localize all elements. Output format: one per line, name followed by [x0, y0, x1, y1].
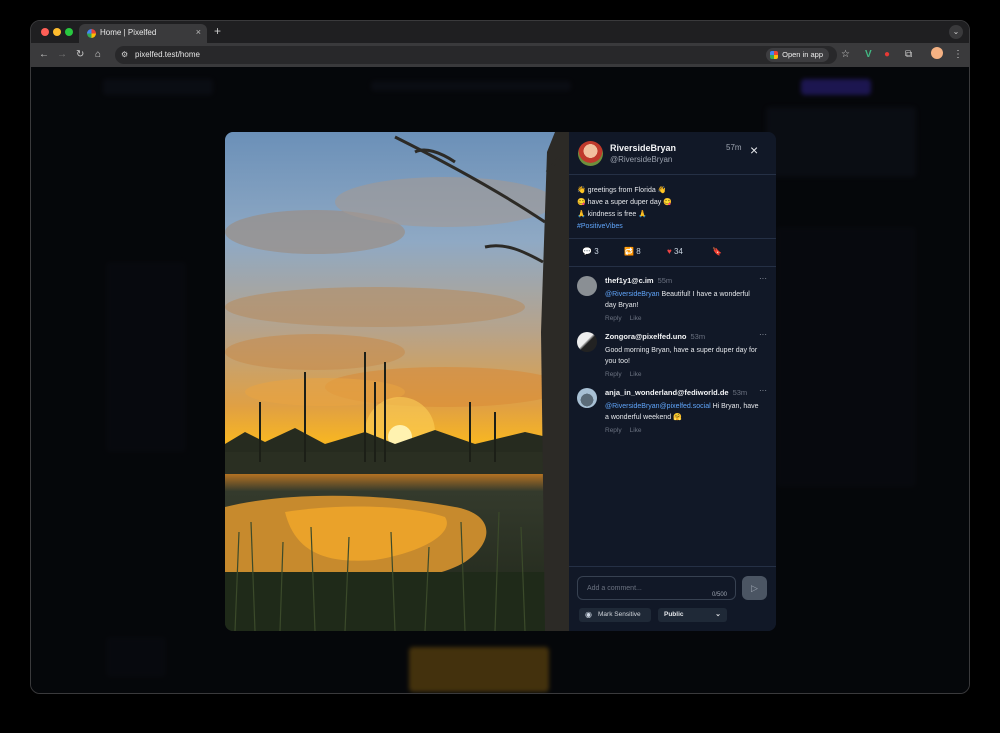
comment-composer: Add a comment... 0/500 ▷ ◉ Mark Sensitiv…	[569, 566, 776, 631]
comment-item: anja_in_wonderland@fediworld.de 53m ··· @…	[577, 386, 767, 438]
caption-line: 👋 greetings from Florida 👋	[577, 187, 667, 194]
comment-time: 53m	[690, 332, 706, 341]
comment-author[interactable]: anja_in_wonderland@fediworld.de 53m	[605, 388, 747, 397]
comment-placeholder: Add a comment...	[587, 585, 642, 592]
extension-icon[interactable]: ●	[884, 48, 890, 62]
post-modal: RiversideBryan @RiversideBryan 57m × 👋 g…	[225, 132, 776, 631]
post-actions-bar: 💬 3 🔁 8 ♥ 34 🔖	[569, 238, 776, 267]
address-bar[interactable]: ⚙ pixelfed.test/home Open in app	[115, 46, 837, 64]
tab-close-icon[interactable]: ×	[196, 27, 201, 37]
comment-text: Good morning Bryan, have a super duper d…	[605, 347, 758, 365]
char-counter: 0/500	[711, 592, 727, 598]
comment-actions: Reply Like	[605, 371, 650, 378]
comment-actions: Reply Like	[605, 427, 650, 434]
chevron-down-icon: ⌄	[715, 611, 721, 618]
tab-title: Home | Pixelfed	[100, 28, 157, 37]
reblog-icon: 🔁	[624, 247, 634, 256]
eye-icon: ◉	[585, 610, 592, 619]
bookmark-star-icon[interactable]: ☆	[841, 48, 850, 62]
comment-more-icon[interactable]: ···	[759, 386, 767, 395]
browser-toolbar: ← → ↻ ⌂ ⚙ pixelfed.test/home Open in app…	[31, 43, 969, 67]
profile-avatar-icon[interactable]	[931, 47, 943, 59]
back-icon[interactable]: ←	[39, 48, 49, 62]
comment-time: 53m	[732, 388, 748, 397]
sunset-swamp-photo	[225, 132, 569, 631]
home-icon[interactable]: ⌂	[95, 48, 101, 62]
comment-input[interactable]: Add a comment... 0/500	[577, 576, 736, 600]
comment-more-icon[interactable]: ···	[759, 330, 767, 339]
comment-actions: Reply Like	[605, 315, 650, 322]
browser-window: Home | Pixelfed × + ⌄ ← → ↻ ⌂ ⚙ pixelfed…	[30, 20, 970, 694]
post-header: RiversideBryan @RiversideBryan 57m ×	[569, 132, 776, 175]
close-icon[interactable]: ×	[750, 143, 758, 157]
mention-link[interactable]: @RiversideBryan	[605, 291, 660, 298]
comment-count: 3	[594, 247, 599, 256]
close-window-button[interactable]	[41, 28, 49, 36]
send-icon: ▷	[751, 583, 758, 593]
like-link[interactable]: Like	[630, 371, 642, 378]
comment-button[interactable]: 💬 3	[582, 247, 599, 256]
browser-menu-icon[interactable]: ⋮	[953, 48, 963, 62]
comment-text: @RiversideBryan@pixelfed.social Hi Bryan…	[605, 403, 759, 421]
app-icon	[770, 51, 779, 59]
visibility-select[interactable]: Public ⌄	[658, 608, 727, 622]
tab-strip: Home | Pixelfed × + ⌄	[31, 21, 969, 43]
share-count: 8	[636, 247, 641, 256]
comment-more-icon[interactable]: ···	[759, 274, 767, 283]
comment-text: @RiversideBryan Beautiful! I have a wond…	[605, 291, 750, 309]
send-comment-button[interactable]: ▷	[742, 576, 767, 600]
post-timestamp[interactable]: 57m	[726, 143, 742, 152]
author-avatar[interactable]	[578, 141, 603, 166]
caption-line: 😋 have a super duper day 😋	[577, 199, 672, 206]
site-info-icon[interactable]: ⚙	[121, 48, 128, 62]
vue-devtools-extension-icon[interactable]: V	[865, 48, 872, 62]
browser-tab[interactable]: Home | Pixelfed ×	[79, 24, 207, 43]
hashtag-link[interactable]: #PositiveVibes	[577, 221, 672, 233]
reply-link[interactable]: Reply	[605, 371, 622, 378]
tab-search-button[interactable]: ⌄	[949, 25, 963, 39]
minimize-window-button[interactable]	[53, 28, 61, 36]
visibility-value: Public	[664, 611, 684, 618]
comment-author[interactable]: thef1y1@c.im 55m	[605, 276, 672, 285]
bookmark-icon[interactable]: 🔖	[712, 247, 722, 256]
extensions-puzzle-icon[interactable]: ⧉	[905, 48, 912, 62]
reply-link[interactable]: Reply	[605, 427, 622, 434]
new-tab-button[interactable]: +	[214, 24, 221, 38]
open-in-app-label: Open in app	[782, 50, 823, 59]
comment-time: 55m	[657, 276, 673, 285]
mark-sensitive-button[interactable]: ◉ Mark Sensitive	[579, 608, 651, 622]
commenter-avatar[interactable]	[577, 276, 597, 296]
pixelfed-favicon-icon	[87, 29, 96, 38]
post-photo[interactable]	[225, 132, 569, 631]
reply-link[interactable]: Reply	[605, 315, 622, 322]
post-details-panel: RiversideBryan @RiversideBryan 57m × 👋 g…	[569, 132, 776, 631]
comment-item: Zongora@pixelfed.uno 53m ··· Good morning…	[577, 330, 767, 382]
pixelfed-page: RiversideBryan @RiversideBryan 57m × 👋 g…	[31, 67, 969, 693]
commenter-avatar[interactable]	[577, 388, 597, 408]
reload-icon[interactable]: ↻	[76, 48, 84, 62]
comment-item: thef1y1@c.im 55m ··· @RiversideBryan Beau…	[577, 274, 767, 326]
like-count: 34	[673, 247, 683, 256]
post-caption: 👋 greetings from Florida 👋 😋 have a supe…	[577, 185, 672, 233]
caption-line: 🙏 kindness is free 🙏	[577, 211, 647, 218]
like-link[interactable]: Like	[630, 315, 642, 322]
mention-link[interactable]: @RiversideBryan@pixelfed.social	[605, 403, 711, 410]
heart-icon: ♥	[667, 247, 672, 256]
mark-sensitive-label: Mark Sensitive	[598, 611, 641, 618]
author-display-name[interactable]: RiversideBryan	[610, 143, 676, 153]
comment-author[interactable]: Zongora@pixelfed.uno 53m	[605, 332, 705, 341]
commenter-avatar[interactable]	[577, 332, 597, 352]
open-in-app-button[interactable]: Open in app	[766, 48, 829, 62]
like-link[interactable]: Like	[630, 427, 642, 434]
share-button[interactable]: 🔁 8	[624, 247, 641, 256]
maximize-window-button[interactable]	[65, 28, 73, 36]
comment-bubble-icon: 💬	[582, 247, 592, 256]
like-button[interactable]: ♥ 34	[667, 247, 683, 256]
forward-icon[interactable]: →	[57, 48, 67, 62]
author-username[interactable]: @RiversideBryan	[610, 155, 672, 164]
url-text: pixelfed.test/home	[135, 50, 200, 59]
